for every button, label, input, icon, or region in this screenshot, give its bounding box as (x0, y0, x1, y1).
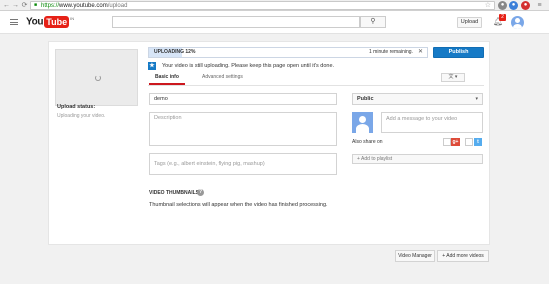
tab-basic-info[interactable]: Basic info (155, 74, 179, 80)
share-checkbox-twitter[interactable] (465, 138, 473, 146)
translate-button[interactable]: 文 ▾ (441, 73, 465, 82)
description-textarea[interactable]: Description (149, 112, 337, 146)
video-thumbnails-heading: VIDEO THUMBNAILS (149, 190, 199, 196)
share-message-input[interactable]: Add a message to your video (381, 112, 483, 133)
tabs-divider (148, 85, 484, 86)
upload-button[interactable]: Upload (457, 17, 482, 28)
url-text: https://www.youtube.com/upload (41, 3, 128, 9)
add-to-playlist-button[interactable]: + Add to playlist (352, 154, 483, 164)
upload-status-label: Upload status: (57, 104, 96, 110)
upload-progress-bar: UPLOADING 12% 1 minute remaining. ✕ (148, 47, 428, 58)
search-button[interactable]: ⚲ (360, 16, 386, 28)
account-avatar[interactable] (511, 16, 524, 29)
translate-icon: 文 ▾ (448, 74, 458, 80)
upload-progress-label: UPLOADING 12% (154, 49, 196, 55)
youtube-logo[interactable]: You Tube IN (26, 16, 74, 28)
time-remaining: 1 minute remaining. (369, 49, 413, 55)
also-share-label: Also share on (352, 139, 383, 145)
thumbnails-message: Thumbnail selections will appear when th… (149, 202, 328, 208)
twitter-icon[interactable]: t (474, 138, 482, 146)
help-icon[interactable]: ? (197, 189, 204, 196)
lock-icon: ■ (34, 2, 38, 8)
video-manager-button[interactable]: Video Manager (395, 250, 435, 262)
extension-icon[interactable]: ● (521, 1, 530, 10)
loading-spinner-icon (95, 75, 101, 81)
forward-icon[interactable]: → (11, 1, 20, 10)
notification-count-badge: 2 (499, 14, 506, 21)
channel-avatar (352, 112, 373, 133)
extension-icon[interactable]: ● (498, 1, 507, 10)
search-input[interactable] (112, 16, 360, 28)
guide-menu-icon[interactable] (10, 19, 18, 25)
cancel-upload-icon[interactable]: ✕ (418, 48, 423, 57)
tab-advanced-settings[interactable]: Advanced settings (202, 74, 243, 80)
tags-input[interactable]: Tags (e.g., albert einstein, flying pig,… (149, 153, 337, 175)
upload-status-text: Uploading your video. (57, 113, 106, 119)
title-input[interactable]: demo (149, 93, 337, 105)
video-thumbnail-placeholder (55, 49, 138, 106)
add-more-videos-button[interactable]: + Add more videos (437, 250, 489, 262)
googleplus-icon[interactable]: g+ (451, 138, 460, 146)
back-icon[interactable]: ← (2, 1, 11, 10)
menu-icon[interactable]: ≡ (535, 1, 544, 10)
upload-card: Upload status: Uploading your video. UPL… (48, 41, 490, 245)
upload-info-message: Your video is still uploading. Please ke… (162, 63, 335, 69)
browser-toolbar: ← → ⟳ ■ https://www.youtube.com/upload ☆… (0, 0, 549, 11)
address-bar[interactable]: ■ https://www.youtube.com/upload ☆ (30, 1, 495, 10)
publish-button[interactable]: Publish (433, 47, 484, 58)
youtube-header: You Tube IN ⚲ Upload 🔔︎ 2 (0, 11, 549, 34)
share-checkbox-googleplus[interactable] (443, 138, 451, 146)
chevron-down-icon: ▾ (475, 96, 478, 102)
search-icon: ⚲ (370, 18, 376, 25)
bookmark-star-icon[interactable]: ☆ (485, 2, 491, 10)
reload-icon[interactable]: ⟳ (20, 1, 29, 10)
extension-icon[interactable]: ● (509, 1, 518, 10)
privacy-select[interactable]: Public ▾ (352, 93, 483, 105)
info-star-icon: ★ (148, 62, 156, 70)
